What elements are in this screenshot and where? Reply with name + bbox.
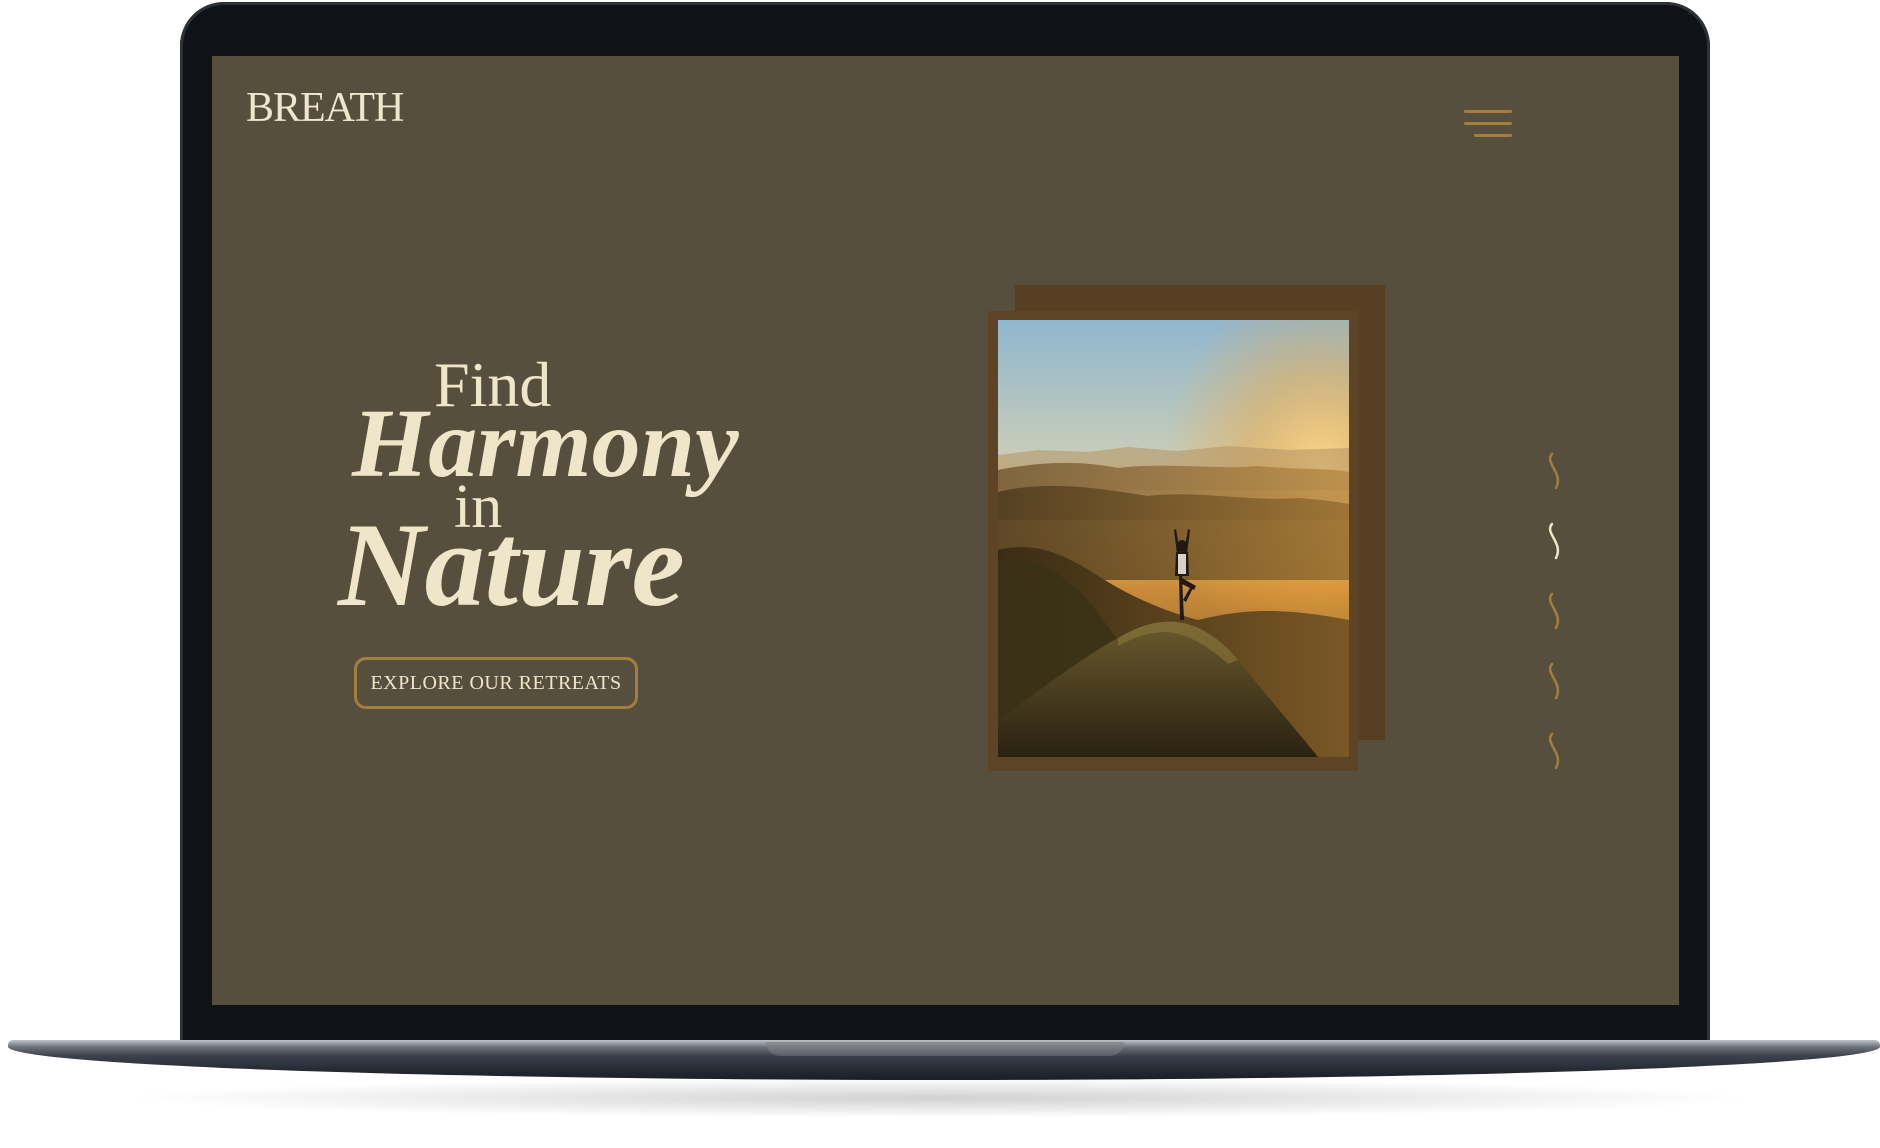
hamburger-menu-icon[interactable] xyxy=(1464,108,1514,144)
yoga-mountain-illustration xyxy=(998,320,1349,757)
hero-photo-yoga-mountain xyxy=(998,320,1349,757)
laptop-shadow xyxy=(120,1078,1760,1118)
laptop-notch xyxy=(766,1042,1124,1056)
wave-squiggle-icon[interactable] xyxy=(1546,591,1568,631)
explore-retreats-button[interactable]: EXPLORE OUR RETREATS xyxy=(354,657,638,709)
hero-heading-nature: Nature xyxy=(338,498,685,631)
menu-line xyxy=(1464,122,1512,125)
menu-line xyxy=(1474,134,1512,137)
wave-squiggle-icon[interactable] xyxy=(1546,731,1568,771)
wave-squiggle-icon[interactable] xyxy=(1546,661,1568,701)
slide-indicator xyxy=(1546,451,1576,781)
wave-squiggle-icon[interactable] xyxy=(1546,451,1568,491)
website-screen: BREATH Find Harmony in Nature EXPLORE OU… xyxy=(212,56,1679,1005)
brand-logo[interactable]: BREATH xyxy=(246,84,404,132)
hero-heading-harmony: Harmony xyxy=(352,390,739,498)
wave-squiggle-icon[interactable] xyxy=(1546,521,1568,561)
menu-line xyxy=(1464,110,1512,113)
